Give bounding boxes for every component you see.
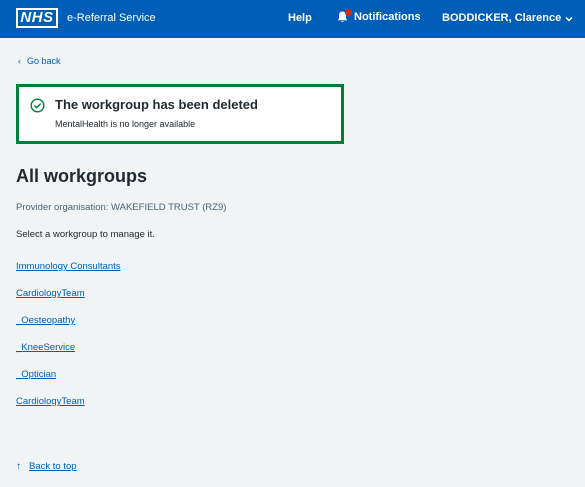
notification-badge — [345, 9, 352, 16]
list-item: _KneeService — [16, 337, 121, 364]
workgroup-link[interactable]: _Optician — [16, 369, 56, 380]
notifications-label: Notifications — [354, 11, 421, 23]
success-title: The workgroup has been deleted — [55, 97, 258, 112]
chevron-left-icon: ‹ — [18, 56, 21, 66]
list-item: _Optician — [16, 364, 121, 391]
success-banner: The workgroup has been deleted MentalHea… — [16, 84, 344, 144]
workgroup-link[interactable]: _Oesteopathy — [16, 315, 75, 326]
service-name[interactable]: e-Referral Service — [67, 12, 156, 24]
back-to-top-label: Back to top — [29, 461, 77, 472]
workgroup-link[interactable]: Immunology Consultants — [16, 261, 121, 272]
workgroup-link[interactable]: CardiologyTeam — [16, 288, 85, 299]
page-title: All workgroups — [16, 166, 148, 186]
list-item: CardiologyTeam — [16, 283, 121, 310]
go-back-link[interactable]: ‹ Go back — [18, 56, 61, 66]
provider-organisation: Provider organisation: WAKEFIELD TRUST (… — [16, 202, 227, 213]
user-menu[interactable]: BODDICKER, Clarence — [442, 12, 561, 24]
notifications-link[interactable]: Notifications — [337, 9, 421, 23]
nhs-logo[interactable]: NHS — [16, 8, 58, 28]
check-circle-icon — [30, 98, 45, 113]
back-to-top-link[interactable]: ↑ Back to top — [16, 461, 77, 472]
help-link[interactable]: Help — [288, 12, 312, 24]
list-item: CardiologyTeam — [16, 391, 121, 418]
workgroup-link[interactable]: _KneeService — [16, 342, 75, 353]
instruction-text: Select a workgroup to manage it. — [16, 229, 155, 240]
workgroup-link[interactable]: CardiologyTeam — [16, 396, 85, 407]
site-header: NHS e-Referral Service Help Notification… — [0, 0, 585, 38]
list-item: Immunology Consultants — [16, 256, 121, 283]
workgroup-list: Immunology Consultants CardiologyTeam _O… — [16, 256, 121, 418]
bell-icon — [337, 9, 352, 23]
chevron-down-icon[interactable] — [564, 12, 574, 24]
success-message: MentalHealth is no longer available — [55, 119, 196, 129]
go-back-label: Go back — [27, 56, 61, 66]
arrow-up-icon: ↑ — [16, 461, 21, 472]
list-item: _Oesteopathy — [16, 310, 121, 337]
